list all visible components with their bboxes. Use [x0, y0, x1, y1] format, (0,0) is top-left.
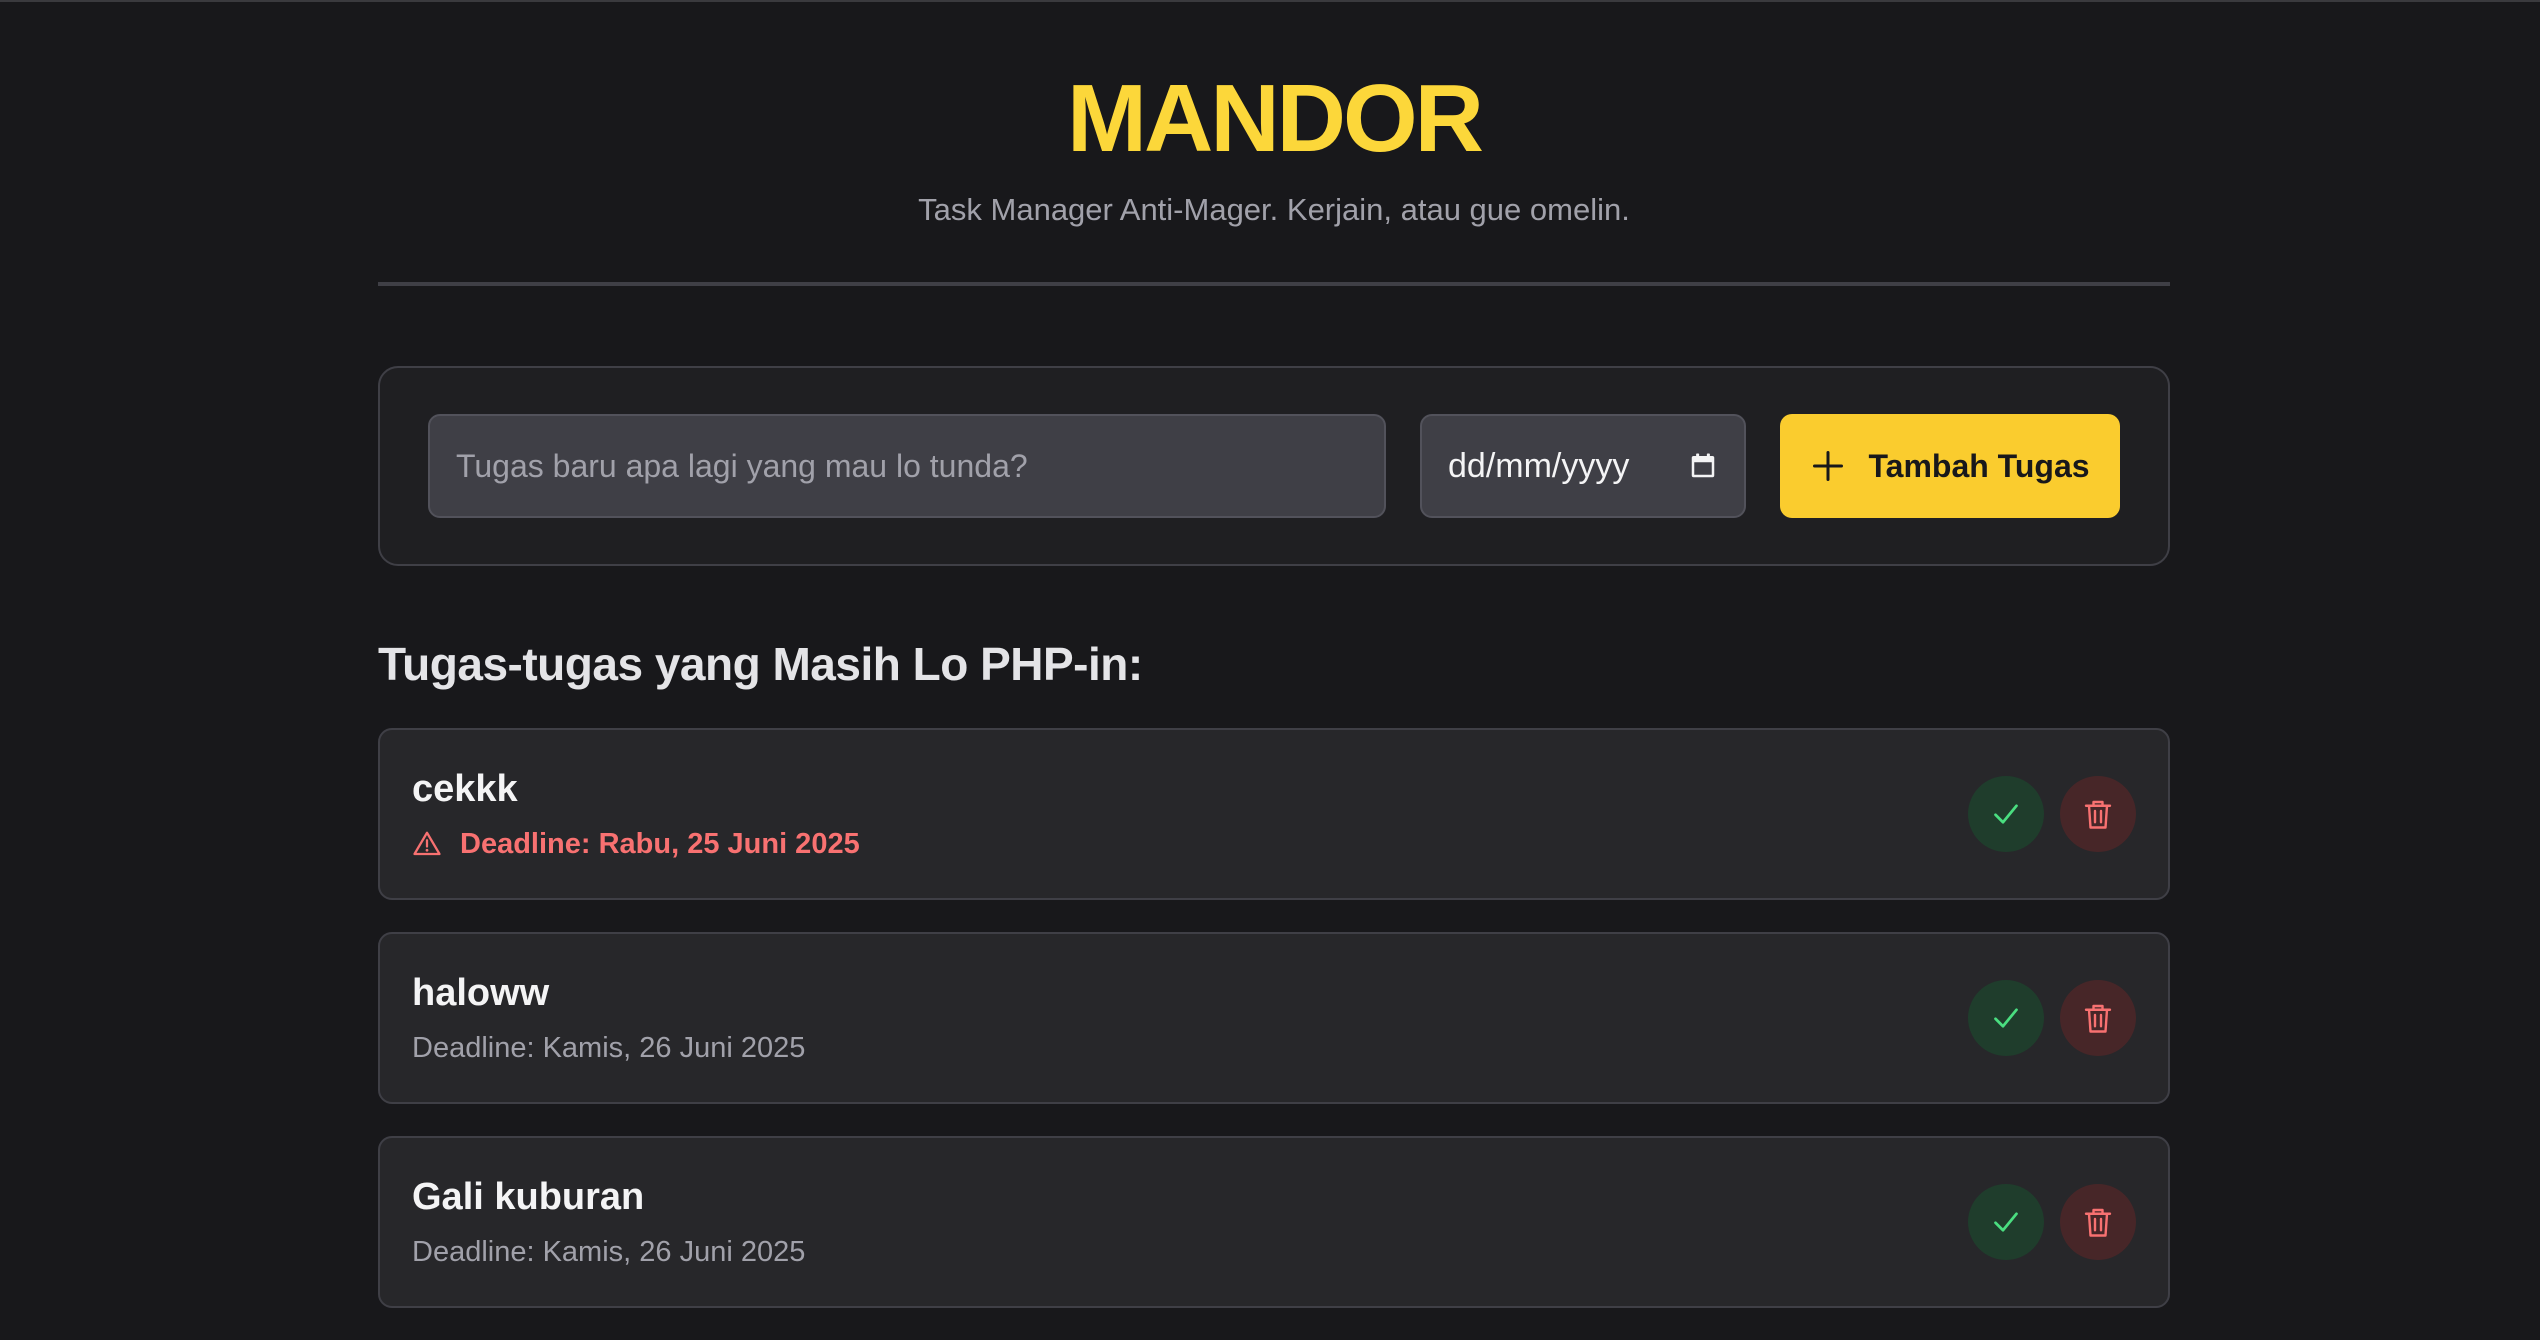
date-placeholder: dd/mm/yyyy — [1448, 446, 1630, 485]
warning-icon — [412, 829, 442, 859]
task-info: haloww Deadline: Kamis, 26 Juni 2025 — [412, 970, 805, 1066]
task-info: Gali kuburan Deadline: Kamis, 26 Juni 20… — [412, 1174, 805, 1270]
app-container: MANDOR Task Manager Anti-Mager. Kerjain,… — [378, 2, 2170, 1340]
task-deadline-text: Deadline: Kamis, 26 Juni 2025 — [412, 1032, 806, 1064]
task-actions — [1968, 980, 2136, 1056]
complete-task-button[interactable] — [1968, 980, 2044, 1056]
task-name: haloww — [412, 972, 550, 1014]
check-icon — [1994, 804, 2018, 824]
task-deadline-text: Deadline: Kamis, 26 Juni 2025 — [412, 1236, 806, 1268]
add-task-form: dd/mm/yyyy Tambah Tugas — [378, 366, 2170, 566]
task-info: cekkk Deadline: Rabu, 25 Juni 2025 — [412, 766, 860, 862]
task-list: cekkk Deadline: Rabu, 25 Juni 2025 halow… — [378, 728, 2170, 1308]
task-item: cekkk Deadline: Rabu, 25 Juni 2025 — [378, 728, 2170, 900]
task-name: cekkk — [412, 768, 518, 810]
delete-task-button[interactable] — [2060, 980, 2136, 1056]
task-deadline-text: Deadline: Rabu, 25 Juni 2025 — [460, 828, 860, 860]
complete-task-button[interactable] — [1968, 776, 2044, 852]
task-item: haloww Deadline: Kamis, 26 Juni 2025 — [378, 932, 2170, 1104]
delete-task-button[interactable] — [2060, 776, 2136, 852]
app-subtitle: Task Manager Anti-Mager. Kerjain, atau g… — [918, 192, 1630, 227]
app-title: MANDOR — [1067, 65, 1484, 172]
app-header: MANDOR Task Manager Anti-Mager. Kerjain,… — [378, 2, 2170, 286]
task-input[interactable] — [428, 414, 1386, 518]
trash-icon — [2084, 800, 2112, 829]
task-deadline-overdue: Deadline: Rabu, 25 Juni 2025 — [412, 826, 860, 862]
delete-task-button[interactable] — [2060, 1184, 2136, 1260]
trash-icon — [2084, 1004, 2112, 1033]
plus-icon — [1810, 448, 1846, 484]
trash-icon — [2084, 1208, 2112, 1237]
calendar-icon[interactable] — [1688, 451, 1718, 481]
header-divider — [378, 282, 2170, 286]
check-icon — [1994, 1008, 2018, 1028]
task-name: Gali kuburan — [412, 1176, 645, 1218]
add-task-button-label: Tambah Tugas — [1868, 447, 2090, 484]
complete-task-button[interactable] — [1968, 1184, 2044, 1260]
task-actions — [1968, 776, 2136, 852]
task-deadline: Deadline: Kamis, 26 Juni 2025 — [412, 1234, 805, 1270]
deadline-date-input[interactable]: dd/mm/yyyy — [1420, 414, 1746, 518]
check-icon — [1994, 1212, 2018, 1232]
task-deadline: Deadline: Kamis, 26 Juni 2025 — [412, 1030, 805, 1066]
task-list-title: Tugas-tugas yang Masih Lo PHP-in: — [378, 638, 1143, 690]
add-task-button[interactable]: Tambah Tugas — [1780, 414, 2120, 518]
task-item: Gali kuburan Deadline: Kamis, 26 Juni 20… — [378, 1136, 2170, 1308]
task-actions — [1968, 1184, 2136, 1260]
